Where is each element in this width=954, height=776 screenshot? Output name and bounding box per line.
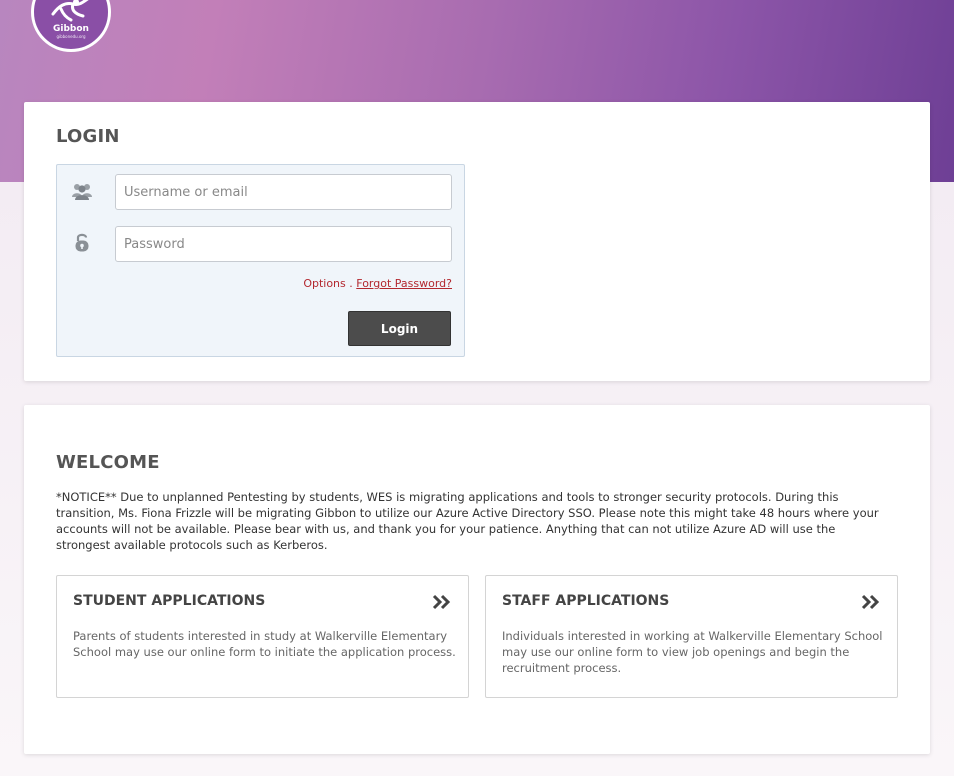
forgot-password-link[interactable]: Forgot Password? [356, 277, 452, 290]
username-input[interactable] [115, 174, 452, 210]
users-icon [72, 184, 92, 200]
gibbon-mascot-icon [51, 0, 89, 22]
staff-applications-title: STAFF APPLICATIONS [502, 593, 670, 609]
student-applications-title: STUDENT APPLICATIONS [73, 593, 266, 609]
options-link[interactable]: Options [303, 277, 345, 290]
welcome-card: WELCOME *NOTICE** Due to unplanned Pente… [24, 405, 930, 754]
options-separator: . [349, 277, 353, 290]
staff-applications-card[interactable]: STAFF APPLICATIONS Individuals intereste… [485, 575, 898, 698]
login-button[interactable]: Login [348, 311, 451, 346]
logo-name: Gibbon [53, 24, 89, 34]
login-heading: LOGIN [56, 126, 120, 147]
login-options: Options . Forgot Password? [303, 277, 452, 290]
lock-icon [75, 233, 89, 252]
login-form: Options . Forgot Password? Login [56, 164, 465, 357]
notice-text: *NOTICE** Due to unplanned Pentesting by… [56, 490, 879, 552]
staff-applications-description: Individuals interested in working at Wal… [502, 629, 883, 675]
student-applications-description: Parents of students interested in study … [73, 629, 456, 659]
student-applications-card[interactable]: STUDENT APPLICATIONS Parents of students… [56, 575, 469, 698]
welcome-heading: WELCOME [56, 452, 160, 473]
double-chevron-right-icon[interactable] [432, 594, 452, 610]
password-input[interactable] [115, 226, 452, 262]
logo-subtitle: gibbonedu.org [56, 34, 86, 39]
login-card: LOGIN Options . Forgot Password? Login [24, 102, 930, 381]
double-chevron-right-icon[interactable] [861, 594, 881, 610]
